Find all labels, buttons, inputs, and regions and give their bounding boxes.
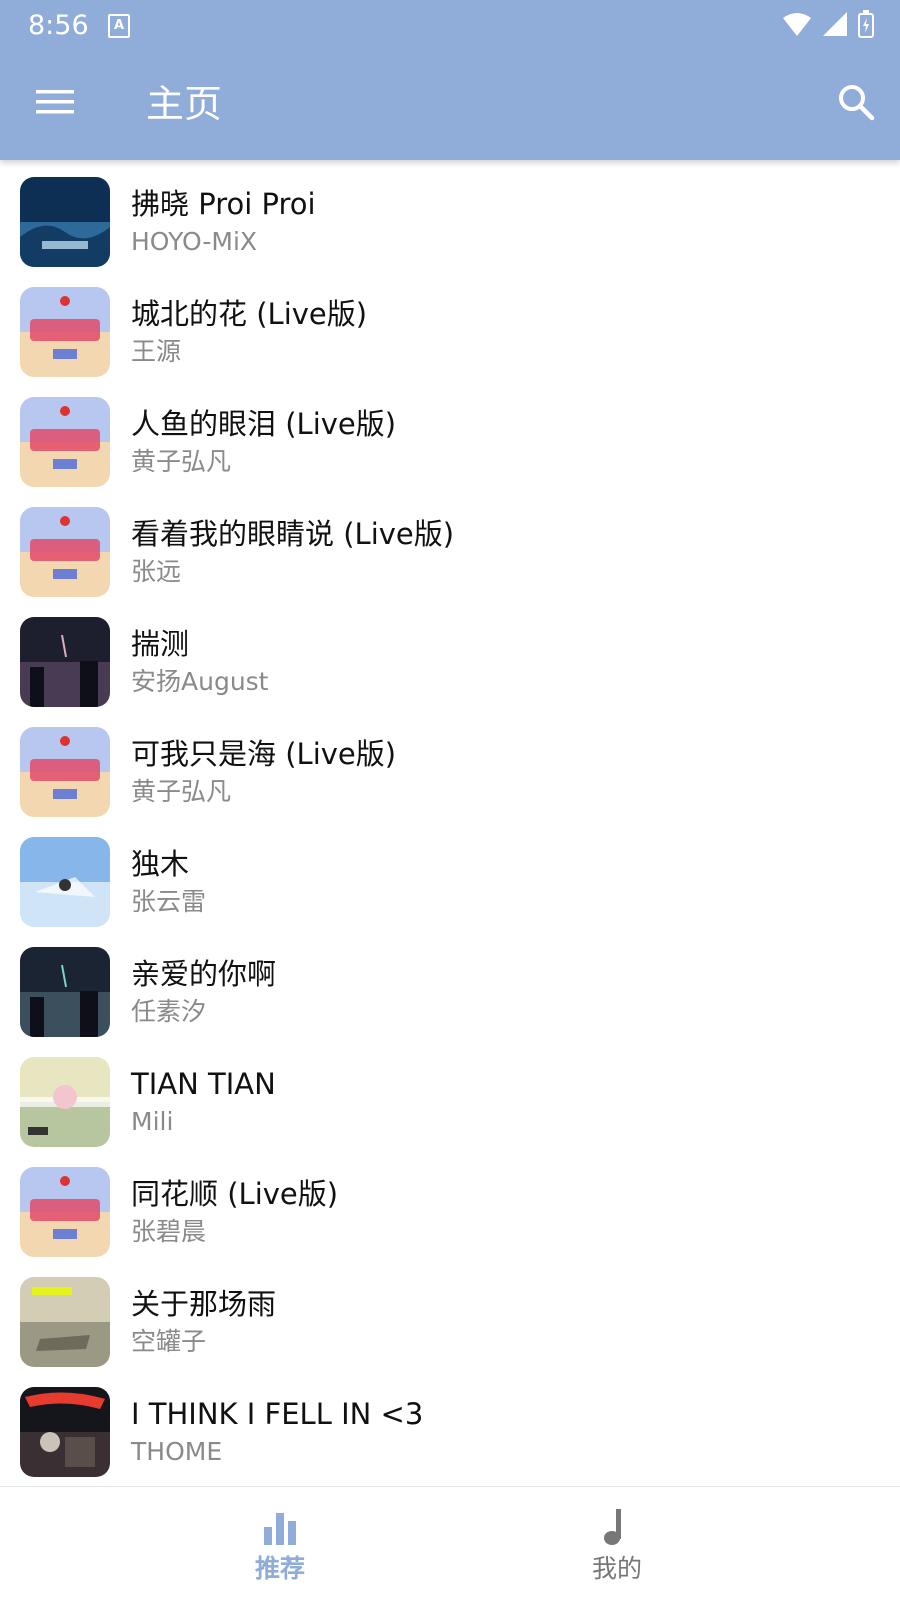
song-title: 可我只是海 (Live版): [131, 737, 397, 771]
page-title: 主页: [146, 82, 223, 126]
song-title: I THINK I FELL IN <3: [131, 1397, 424, 1431]
song-artist: 张云雷: [131, 887, 207, 916]
song-list-item[interactable]: 揣测安扬August: [0, 600, 900, 710]
song-list-item[interactable]: 拂晓 Proi Proi HOYO-MiX: [0, 160, 900, 270]
search-button[interactable]: [832, 78, 880, 126]
song-title: 亲爱的你啊: [131, 957, 277, 991]
song-artist: 黄子弘凡: [131, 447, 232, 476]
music-note-icon: [604, 1509, 621, 1545]
album-cover-image: [20, 617, 110, 707]
song-artist: THOME: [131, 1437, 223, 1466]
album-cover-image: [20, 1277, 110, 1367]
song-title: 关于那场雨: [131, 1287, 277, 1321]
song-list: 拂晓 Proi Proi HOYO-MiX 城北的花 (Live版) 王源人鱼的眼泪 …: [0, 160, 900, 1486]
song-list-item[interactable]: I THINK I FELL IN <3 THOME: [0, 1370, 900, 1480]
status-icons: [782, 10, 874, 38]
song-list-item[interactable]: 独木 张云雷: [0, 820, 900, 930]
song-title: 看着我的眼睛说 (Live版): [131, 517, 455, 551]
song-list-item[interactable]: 关于那场雨 空罐子: [0, 1260, 900, 1370]
album-cover-image: [20, 727, 110, 817]
search-icon: [839, 85, 875, 121]
song-artist: 黄子弘凡: [131, 777, 232, 806]
song-title: 人鱼的眼泪 (Live版): [131, 407, 397, 441]
menu-button[interactable]: [30, 78, 78, 126]
bottom-navigation: 推荐 我的: [0, 1486, 900, 1601]
song-list-item[interactable]: 可我只是海 (Live版) 黄子弘凡: [0, 710, 900, 820]
album-cover-image: [20, 1057, 110, 1147]
album-cover-image: [20, 177, 110, 267]
song-artist: 王源: [131, 337, 182, 366]
song-list-item[interactable]: TIAN TIAN Mili: [0, 1040, 900, 1150]
song-title: 同花顺 (Live版): [131, 1177, 339, 1211]
song-list-item[interactable]: 同花顺 (Live版) 张碧晨: [0, 1150, 900, 1260]
bar-chart-icon: [264, 1513, 296, 1545]
status-time: 8:56: [28, 10, 89, 41]
menu-icon: [36, 90, 74, 114]
song-title: TIAN TIAN: [131, 1067, 276, 1101]
album-cover-image: [20, 287, 110, 377]
song-artist: 任素汐: [131, 997, 207, 1026]
song-list-item[interactable]: 看着我的眼睛说 (Live版) 张远: [0, 490, 900, 600]
tab-mine[interactable]: 我的: [392, 1487, 842, 1601]
song-artist: Mili: [131, 1107, 174, 1136]
album-cover-image: [20, 1167, 110, 1257]
album-cover-image: [20, 507, 110, 597]
tab-mine-label: 我的: [591, 1554, 642, 1583]
album-cover-image: [20, 1387, 110, 1477]
song-artist: 安扬August: [131, 667, 269, 696]
album-cover-image: [20, 397, 110, 487]
song-title: 城北的花 (Live版): [131, 297, 368, 331]
song-artist: 张远: [131, 557, 182, 586]
song-artist: HOYO-MiX: [131, 227, 258, 256]
cellular-signal-icon: [823, 12, 847, 36]
song-artist: 张碧晨: [131, 1217, 207, 1246]
song-artist: 空罐子: [131, 1327, 207, 1356]
song-title: 拂晓 Proi Proi: [131, 187, 316, 221]
app-bar: 8:56 A 主页: [0, 0, 900, 160]
song-list-item[interactable]: 城北的花 (Live版) 王源: [0, 270, 900, 380]
song-title: 揣测: [131, 627, 190, 661]
keyboard-indicator-icon: A: [108, 14, 130, 38]
album-cover-image: [20, 947, 110, 1037]
song-title: 独木: [131, 847, 190, 881]
album-cover-image: [20, 837, 110, 927]
song-list-item[interactable]: 亲爱的你啊 任素汐: [0, 930, 900, 1040]
battery-icon: [858, 10, 874, 38]
song-list-item[interactable]: 人鱼的眼泪 (Live版) 黄子弘凡: [0, 380, 900, 490]
wifi-icon: [783, 13, 811, 36]
